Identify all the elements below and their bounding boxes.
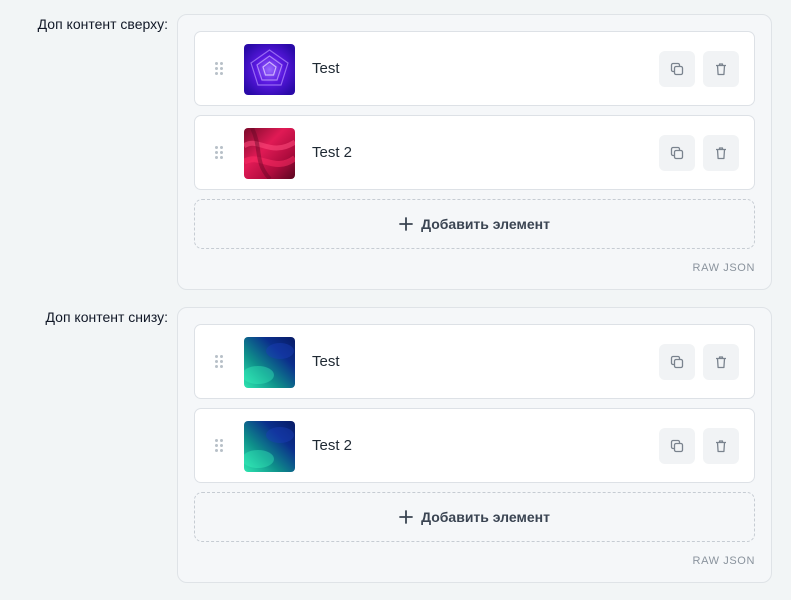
list-item[interactable]: Test xyxy=(194,31,755,106)
raw-json-link[interactable]: RAW JSON xyxy=(194,249,755,289)
item-title: Test 2 xyxy=(312,144,353,161)
drag-handle-icon[interactable] xyxy=(215,62,223,76)
trash-icon xyxy=(716,63,726,76)
copy-button[interactable] xyxy=(659,428,695,464)
item-title: Test 2 xyxy=(312,437,353,454)
item-title: Test xyxy=(312,353,340,370)
copy-icon xyxy=(670,355,684,369)
drag-handle-icon[interactable] xyxy=(215,146,223,160)
copy-icon xyxy=(670,439,684,453)
copy-button[interactable] xyxy=(659,135,695,171)
trash-icon xyxy=(716,356,726,369)
add-item-label: Добавить элемент xyxy=(421,216,550,232)
list-item[interactable]: Test 2 xyxy=(194,408,755,483)
delete-button[interactable] xyxy=(703,344,739,380)
add-item-button[interactable]: Добавить элемент xyxy=(194,199,755,249)
delete-button[interactable] xyxy=(703,135,739,171)
drag-handle-icon[interactable] xyxy=(215,439,223,453)
raw-json-link[interactable]: RAW JSON xyxy=(194,542,755,582)
plus-icon xyxy=(399,217,413,231)
copy-icon xyxy=(670,146,684,160)
repeater-panel: Test Test 2 Добавить элемент RAW JSON xyxy=(177,307,772,583)
delete-button[interactable] xyxy=(703,51,739,87)
add-item-button[interactable]: Добавить элемент xyxy=(194,492,755,542)
plus-icon xyxy=(399,510,413,524)
copy-icon xyxy=(670,62,684,76)
repeater-panel: Test Test 2 Добавить элемент RAW JSON xyxy=(177,14,772,290)
item-thumbnail xyxy=(244,337,295,388)
trash-icon xyxy=(716,147,726,160)
item-thumbnail xyxy=(244,421,295,472)
drag-handle-icon[interactable] xyxy=(215,355,223,369)
add-item-label: Добавить элемент xyxy=(421,509,550,525)
item-thumbnail xyxy=(244,128,295,179)
list-item[interactable]: Test 2 xyxy=(194,115,755,190)
delete-button[interactable] xyxy=(703,428,739,464)
item-thumbnail xyxy=(244,44,295,95)
field-label: Доп контент снизу: xyxy=(45,309,168,325)
copy-button[interactable] xyxy=(659,344,695,380)
copy-button[interactable] xyxy=(659,51,695,87)
trash-icon xyxy=(716,440,726,453)
list-item[interactable]: Test xyxy=(194,324,755,399)
field-label: Доп контент сверху: xyxy=(37,16,168,32)
item-title: Test xyxy=(312,60,340,77)
